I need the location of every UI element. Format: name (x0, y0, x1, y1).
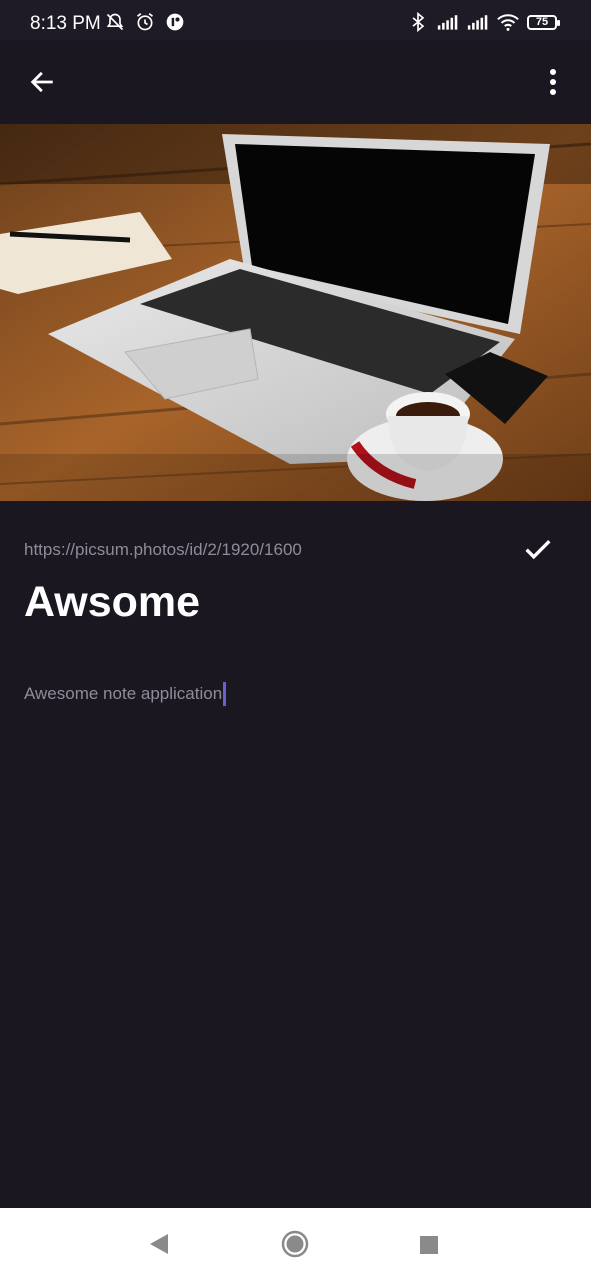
save-button[interactable] (521, 532, 555, 566)
back-button[interactable] (22, 62, 62, 102)
wifi-icon (497, 14, 519, 31)
alarm-icon (137, 13, 153, 31)
status-bar: 8:13 PM 75 (0, 0, 591, 40)
signal-icon (467, 15, 488, 30)
more-options-button[interactable] (533, 62, 573, 102)
note-image (0, 124, 591, 501)
note-body-field[interactable]: Awesome note application (24, 682, 227, 706)
text-cursor (223, 682, 227, 706)
battery-icon: 75 (527, 14, 560, 30)
app-bar (0, 40, 591, 124)
check-icon (525, 540, 551, 560)
system-nav-bar (0, 1208, 591, 1280)
arrow-back-icon (30, 71, 53, 93)
bluetooth-icon (412, 12, 425, 32)
image-url-text: https://picsum.photos/id/2/1920/1600 (24, 540, 302, 559)
mute-icon (106, 13, 124, 31)
nav-home-icon[interactable] (281, 1230, 309, 1258)
note-title-field[interactable]: Awsome (24, 578, 200, 627)
nav-back-icon[interactable] (148, 1232, 170, 1256)
nav-recents-icon[interactable] (419, 1235, 439, 1255)
note-body-text: Awesome note application (24, 684, 223, 703)
more-vertical-icon (550, 69, 556, 95)
signal-icon (437, 15, 458, 30)
app-notification-icon (166, 13, 184, 31)
status-time: 8:13 PM (30, 13, 101, 34)
